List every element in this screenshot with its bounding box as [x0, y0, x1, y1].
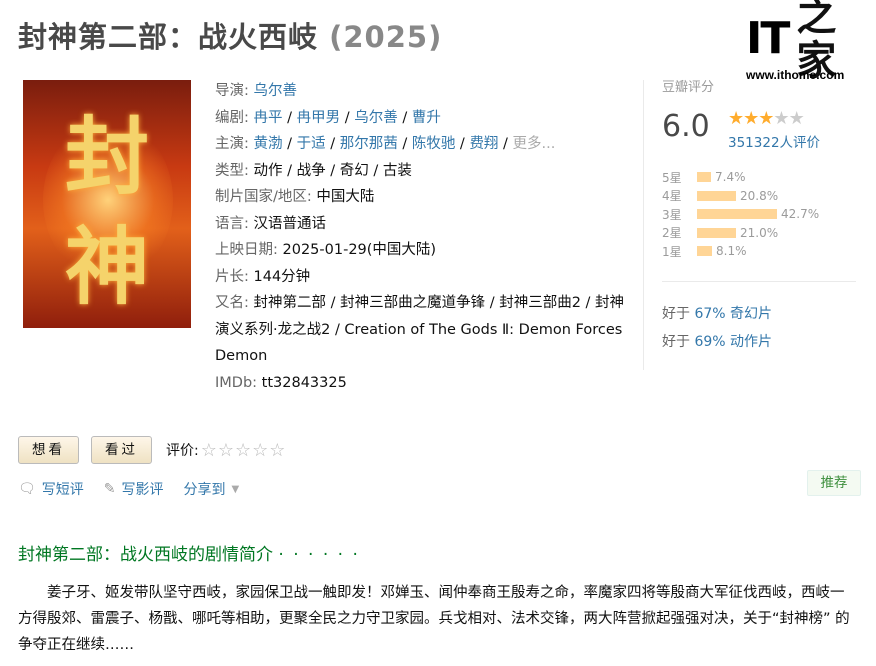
rating-dist-bar	[697, 246, 712, 257]
cast-label: 主演:	[215, 136, 249, 152]
rating-dist-pct: 20.8%	[740, 188, 779, 203]
rating-dist-bar	[697, 227, 736, 238]
poster-char-2: 神	[65, 218, 150, 316]
imdb-label: IMDb:	[215, 374, 258, 391]
rating-dist-bar	[697, 190, 736, 201]
rating-dist-pct: 8.1%	[716, 244, 747, 259]
aka-label: 又名:	[215, 295, 249, 311]
star-filled-icon: ★	[743, 108, 759, 129]
country-value: 中国大陆	[316, 189, 375, 205]
rating-label: 豆瓣评分	[662, 80, 715, 95]
rating-distribution: 5星 7.4% 4星 20.8% 3星 42.7% 2星 21.0% 1星 8.1%	[662, 168, 862, 282]
rating-stars: ★★★★★	[728, 108, 805, 129]
share-link[interactable]: 分享到	[184, 479, 226, 499]
synopsis-text: 姜子牙、姬发带队坚守西岐，家园保卫战一触即发！邓婵玉、闻仲奉商王殷寿之命，率魔家…	[18, 585, 850, 653]
movie-info: 导演: 乌尔善 编剧: 冉平 / 冉甲男 / 乌尔善 / 曹升 主演: 黄渤 /…	[215, 83, 625, 391]
better-genre-link[interactable]: 奇幻片	[730, 306, 772, 322]
movie-title: 封神第二部：战火西岐	[18, 20, 319, 54]
rating-score: 6.0	[662, 109, 710, 144]
pencil-icon: ✎	[103, 481, 116, 497]
rating-dist-star: 4星	[662, 189, 682, 204]
rating-dist-pct: 21.0%	[740, 225, 779, 240]
star-empty-icon: ★	[788, 108, 805, 129]
poster-char-1: 封	[65, 108, 150, 206]
star-filled-icon: ★	[758, 108, 774, 129]
rating-dist-pct: 42.7%	[781, 207, 820, 222]
write-short-review-link[interactable]: 写短评	[42, 479, 84, 499]
better-genre-link[interactable]: 动作片	[730, 334, 772, 350]
star-empty-icon: ★	[773, 108, 789, 129]
chevron-down-icon[interactable]: ▼	[232, 484, 240, 495]
genre: 动作	[253, 162, 283, 179]
rating-dist-row: 2星 21.0%	[662, 224, 862, 243]
imdb-value: tt32843325	[261, 374, 347, 391]
rating-dist-row: 5星 7.4%	[662, 168, 862, 187]
cast-link[interactable]: 费翔	[469, 136, 498, 152]
comment-icon: 🗨	[18, 481, 36, 497]
rating-votes-link[interactable]: 351322人评价	[728, 131, 820, 151]
language-label: 语言:	[215, 215, 249, 232]
rating-dist-star: 3星	[662, 207, 682, 222]
movie-year: (2025)	[329, 20, 443, 54]
country-label: 制片国家/地区:	[215, 189, 312, 205]
recommend-button[interactable]: 推荐	[807, 470, 861, 496]
rating-divider	[662, 281, 856, 282]
rating-dist-row: 1星 8.1%	[662, 242, 862, 261]
rate-stars-input[interactable]: ☆☆☆☆☆	[201, 440, 287, 461]
rating-dist-star: 5星	[662, 170, 682, 185]
rating-dist-row: 3星 42.7%	[662, 205, 862, 224]
genre: 奇幻	[339, 162, 369, 179]
synopsis-dots: · · · · · ·	[278, 545, 360, 565]
release-value: 2025-01-29(中国大陆)	[282, 242, 437, 258]
want-button[interactable]: 想看	[18, 436, 79, 464]
director-label: 导演:	[215, 83, 249, 99]
runtime-value: 144分钟	[253, 268, 311, 285]
watched-button[interactable]: 看过	[91, 436, 152, 464]
writer-link[interactable]: 冉平	[254, 110, 283, 126]
movie-poster[interactable]: 封 神	[23, 80, 191, 328]
write-review-link[interactable]: 写影评	[122, 479, 164, 499]
cast-link[interactable]: 于适	[297, 136, 326, 152]
genre-label: 类型:	[215, 162, 249, 179]
writer-link[interactable]: 曹升	[412, 110, 441, 126]
rating-dist-star: 1星	[662, 244, 682, 259]
rating-dist-star: 2星	[662, 226, 682, 241]
cast-more-link[interactable]: 更多...	[513, 136, 556, 152]
runtime-label: 片长:	[215, 268, 249, 285]
rating-dist-bar	[697, 172, 711, 183]
ithome-watermark: IT 之家 www.ithome.com	[746, 0, 866, 83]
genre: 古装	[382, 162, 412, 179]
user-actions: 想看 看过 评价: ☆☆☆☆☆	[18, 436, 286, 464]
synopsis-title: 封神第二部：战火西岐的剧情简介 · · · · · ·	[18, 540, 360, 565]
better-pct[interactable]: 69%	[694, 334, 725, 350]
cast-link[interactable]: 陈牧驰	[412, 136, 456, 152]
rating-dist-bar	[697, 209, 777, 220]
ithome-logo-it: IT	[746, 13, 790, 64]
star-filled-icon: ★	[728, 108, 744, 129]
rating-panel: 豆瓣评分 6.0 ★★★★★ 351322人评价	[662, 76, 862, 151]
comment-actions: 🗨 写短评 ✎ 写影评 分享到 ▼	[18, 479, 259, 499]
cast-link[interactable]: 那尔那茜	[340, 136, 398, 152]
writer-link[interactable]: 冉甲男	[297, 110, 341, 126]
writer-link[interactable]: 乌尔善	[354, 110, 398, 126]
release-label: 上映日期:	[215, 242, 278, 258]
better-pct[interactable]: 67%	[694, 306, 725, 322]
better-prefix: 好于	[662, 334, 690, 350]
cast-link[interactable]: 黄渤	[254, 136, 283, 152]
rating-dist-pct: 7.4%	[715, 170, 746, 185]
page-title: 封神第二部：战火西岐 (2025)	[18, 14, 442, 56]
synopsis-heading: 封神第二部：战火西岐的剧情简介	[18, 545, 273, 565]
rate-label: 评价:	[166, 443, 199, 459]
writer-label: 编剧:	[215, 109, 249, 126]
vertical-divider	[643, 80, 644, 370]
better-prefix: 好于	[662, 306, 690, 322]
better-than: 好于 67% 奇幻片 好于 69% 动作片	[662, 300, 772, 356]
aka-value: 封神第二部 / 封神三部曲之魔道争锋 / 封神三部曲2 / 封神演义系列·龙之战…	[215, 295, 625, 364]
genre: 战争	[296, 162, 326, 179]
rating-dist-row: 4星 20.8%	[662, 187, 862, 206]
director-link[interactable]: 乌尔善	[254, 83, 298, 99]
language-value: 汉语普通话	[253, 215, 327, 232]
